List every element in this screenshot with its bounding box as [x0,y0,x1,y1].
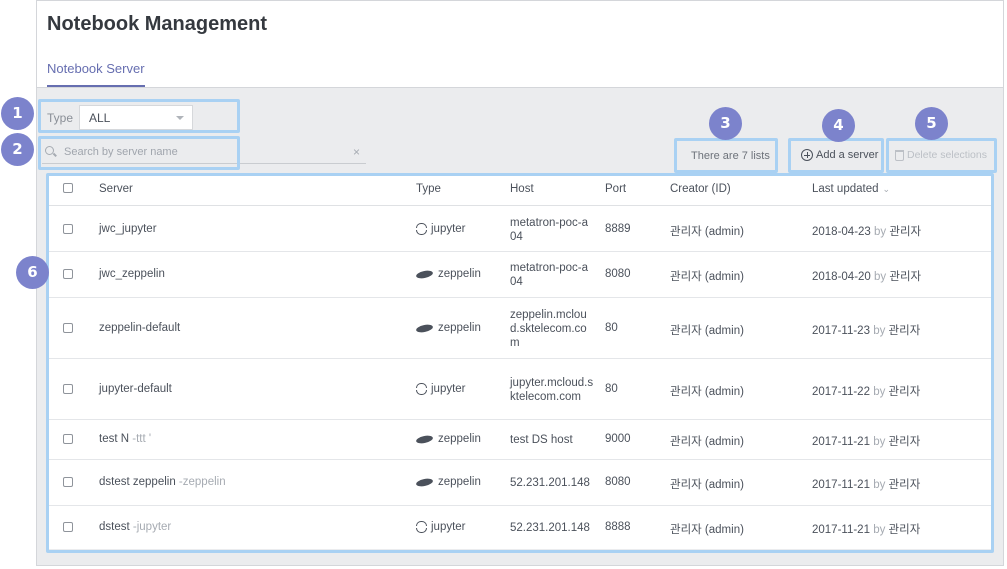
callout-badge-1: 1 [1,97,34,130]
callout-box-2 [38,136,240,170]
callout-box-6 [46,173,994,553]
callout-box-5 [886,138,997,173]
callout-box-4 [788,138,884,173]
callout-box-1 [38,99,240,133]
tab-notebook-server[interactable]: Notebook Server [47,61,145,87]
page-title: Notebook Management [47,13,268,35]
callout-badge-6: 6 [16,256,49,289]
callout-badge-3: 3 [709,107,742,140]
callout-badge-4: 4 [822,109,855,142]
page-header: Notebook Management Notebook Server [37,1,1003,88]
callout-box-3 [674,138,778,173]
callout-badge-5: 5 [915,107,948,140]
clear-icon[interactable]: × [353,145,360,159]
callout-badge-2: 2 [1,133,34,166]
